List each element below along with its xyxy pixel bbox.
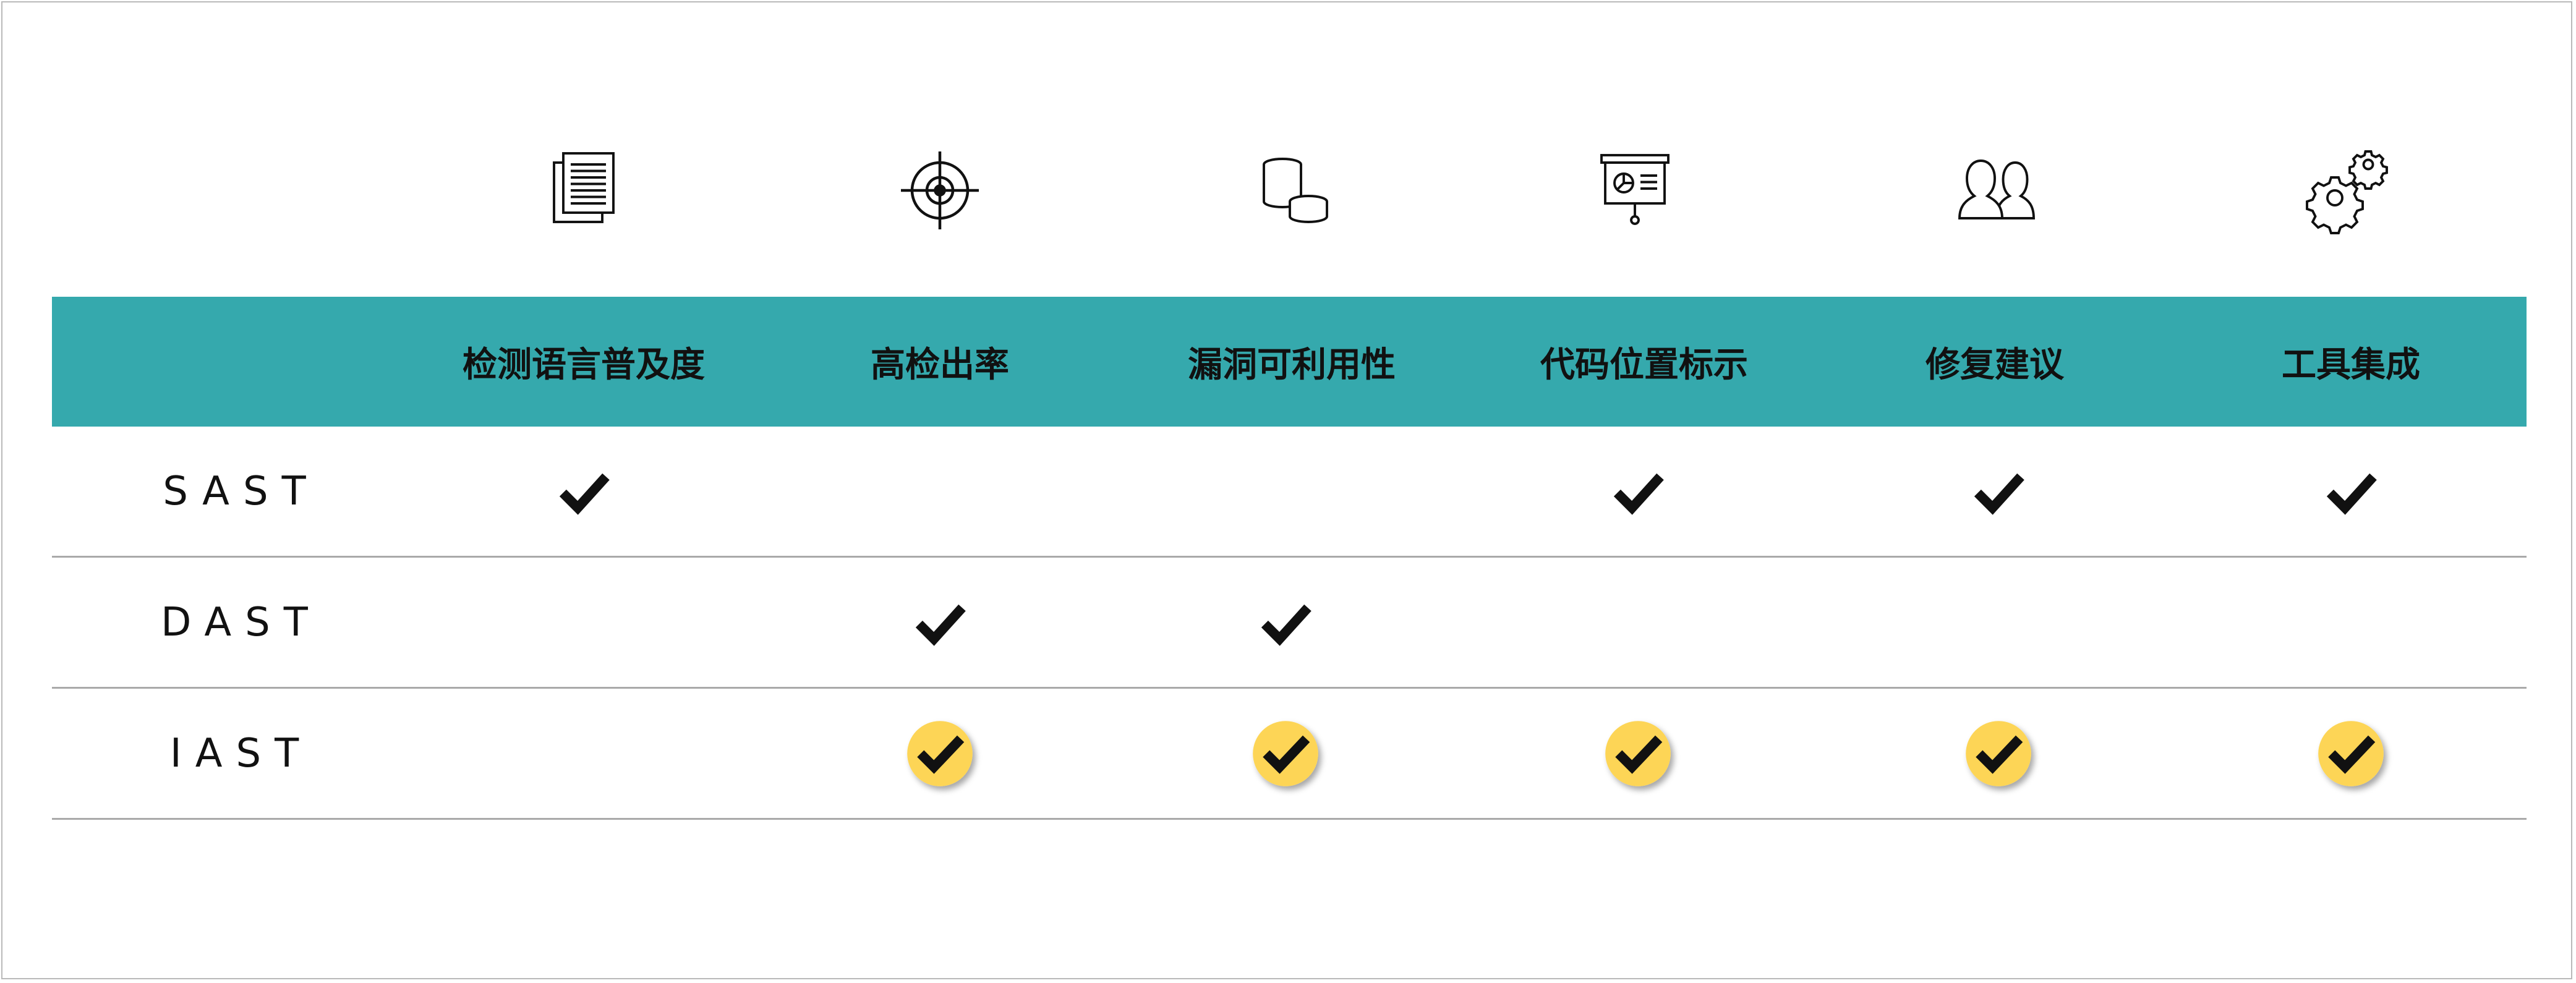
check-icon: [547, 454, 621, 529]
users-icon: [1948, 142, 2041, 235]
check-icon: [1601, 454, 1675, 529]
coins-icon: [1245, 142, 1338, 235]
presentation-board-icon: [1589, 142, 1681, 235]
check-icon: [1961, 454, 2036, 529]
documents-icon: [537, 142, 630, 235]
highlighted-check-icon: [1248, 717, 1323, 791]
table-row: IAST: [52, 689, 2527, 820]
column-header-integration: 工具集成: [2282, 344, 2420, 385]
check-icon: [903, 585, 977, 660]
column-header-detection: 高检出率: [871, 344, 1009, 385]
column-header-coverage: 检测语言普及度: [463, 344, 705, 385]
table-row: DAST: [52, 558, 2527, 689]
row-label: SAST: [163, 468, 320, 514]
highlighted-check-icon: [2314, 717, 2388, 791]
row-label: DAST: [161, 599, 322, 645]
highlighted-check-icon: [1961, 717, 2036, 791]
table-row: SAST: [52, 427, 2527, 558]
column-header-band: 检测语言普及度 高检出率 漏洞可利用性 代码位置标示 修复建议 工具集成: [52, 297, 2527, 427]
column-header-location: 代码位置标示: [1540, 344, 1748, 385]
column-header-fix: 修复建议: [1926, 344, 2064, 385]
check-icon: [2314, 454, 2388, 529]
target-icon: [893, 142, 986, 235]
row-label: IAST: [169, 730, 313, 777]
gears-icon: [2300, 142, 2392, 235]
highlighted-check-icon: [903, 717, 977, 791]
check-icon: [1248, 585, 1323, 660]
column-header-exploitability: 漏洞可利用性: [1188, 344, 1396, 385]
icon-row: [0, 0, 2576, 297]
highlighted-check-icon: [1601, 717, 1675, 791]
